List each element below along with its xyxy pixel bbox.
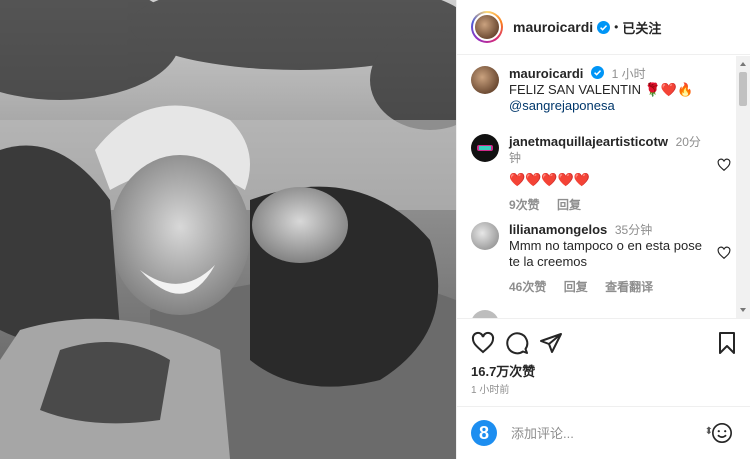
post-side-panel: mauroicardi • 已关注 mauroicardi 1 小时 FELIZ… — [456, 0, 750, 459]
reply-button[interactable]: 回复 — [557, 198, 581, 212]
author-username[interactable]: mauroicardi — [513, 19, 593, 35]
comment-composer: 8 ⬍ — [457, 406, 750, 459]
verified-badge-icon — [597, 20, 611, 34]
comment-item: lilianamongelos 35分钟 Mmm no tampoco o en… — [471, 222, 731, 295]
comment-username[interactable]: lilianamongelos — [509, 222, 607, 237]
post-actions: 16.7万次赞 1 小时前 — [457, 318, 750, 406]
comment-username[interactable]: janetmaquillajeartisticotw — [509, 134, 668, 149]
heart-icon[interactable] — [471, 331, 495, 355]
posted-time: 1 小时前 — [471, 385, 510, 396]
comments-scrollbar[interactable] — [736, 56, 750, 318]
scroll-down-icon[interactable] — [739, 306, 747, 314]
comment-avatar[interactable] — [471, 310, 499, 318]
post-photo — [0, 0, 456, 459]
comment-like-heart-icon[interactable] — [717, 158, 731, 172]
verified-badge-icon — [591, 66, 605, 79]
reply-button[interactable]: 回复 — [564, 280, 588, 294]
author-avatar[interactable] — [471, 11, 503, 43]
comment-time: 35分钟 — [614, 223, 653, 237]
post-header: mauroicardi • 已关注 — [457, 0, 750, 55]
comment-likes[interactable]: 9次赞 — [509, 198, 540, 212]
comment-avatar[interactable] — [471, 222, 499, 250]
follow-button[interactable]: 已关注 — [622, 18, 661, 37]
separator-dot: • — [614, 20, 619, 34]
caption-avatar[interactable] — [471, 66, 499, 94]
caption-text: FELIZ SAN VALENTIN — [509, 82, 641, 97]
comment-item: janetmaquillajeartisticotw 20分钟 ❤️❤️❤️❤️… — [471, 134, 731, 213]
comment-input[interactable] — [511, 425, 681, 441]
comments-list[interactable]: mauroicardi 1 小时 FELIZ SAN VALENTIN 🌹❤️🔥… — [457, 56, 750, 318]
post-image — [0, 0, 456, 459]
likes-count[interactable]: 16.7万次赞 — [471, 361, 535, 380]
comment-like-heart-icon[interactable] — [717, 246, 731, 260]
caption-mention[interactable]: @sangrejaponesa — [509, 98, 731, 114]
comment-text: ❤️❤️❤️❤️❤️ — [509, 172, 590, 187]
bookmark-icon[interactable] — [715, 331, 739, 355]
comment-likes[interactable]: 46次赞 — [509, 280, 546, 294]
caption-emoji: 🌹❤️🔥 — [644, 82, 694, 97]
comment-text: Mmm no tampoco o en esta pose te la cree… — [509, 238, 702, 269]
caption-time: 1 小时 — [611, 67, 646, 81]
translate-button[interactable]: 查看翻译 — [605, 280, 653, 294]
comment-avatar[interactable] — [471, 134, 499, 162]
caption-username[interactable]: mauroicardi — [509, 66, 583, 81]
smiley-icon[interactable] — [711, 422, 733, 444]
scroll-up-icon[interactable] — [739, 60, 747, 68]
scroll-thumb[interactable] — [739, 72, 747, 106]
comment-icon[interactable] — [505, 331, 529, 355]
paper-plane-icon[interactable] — [539, 331, 563, 355]
caption: mauroicardi 1 小时 FELIZ SAN VALENTIN 🌹❤️🔥… — [471, 66, 731, 114]
account-badge: 8 — [471, 420, 497, 446]
